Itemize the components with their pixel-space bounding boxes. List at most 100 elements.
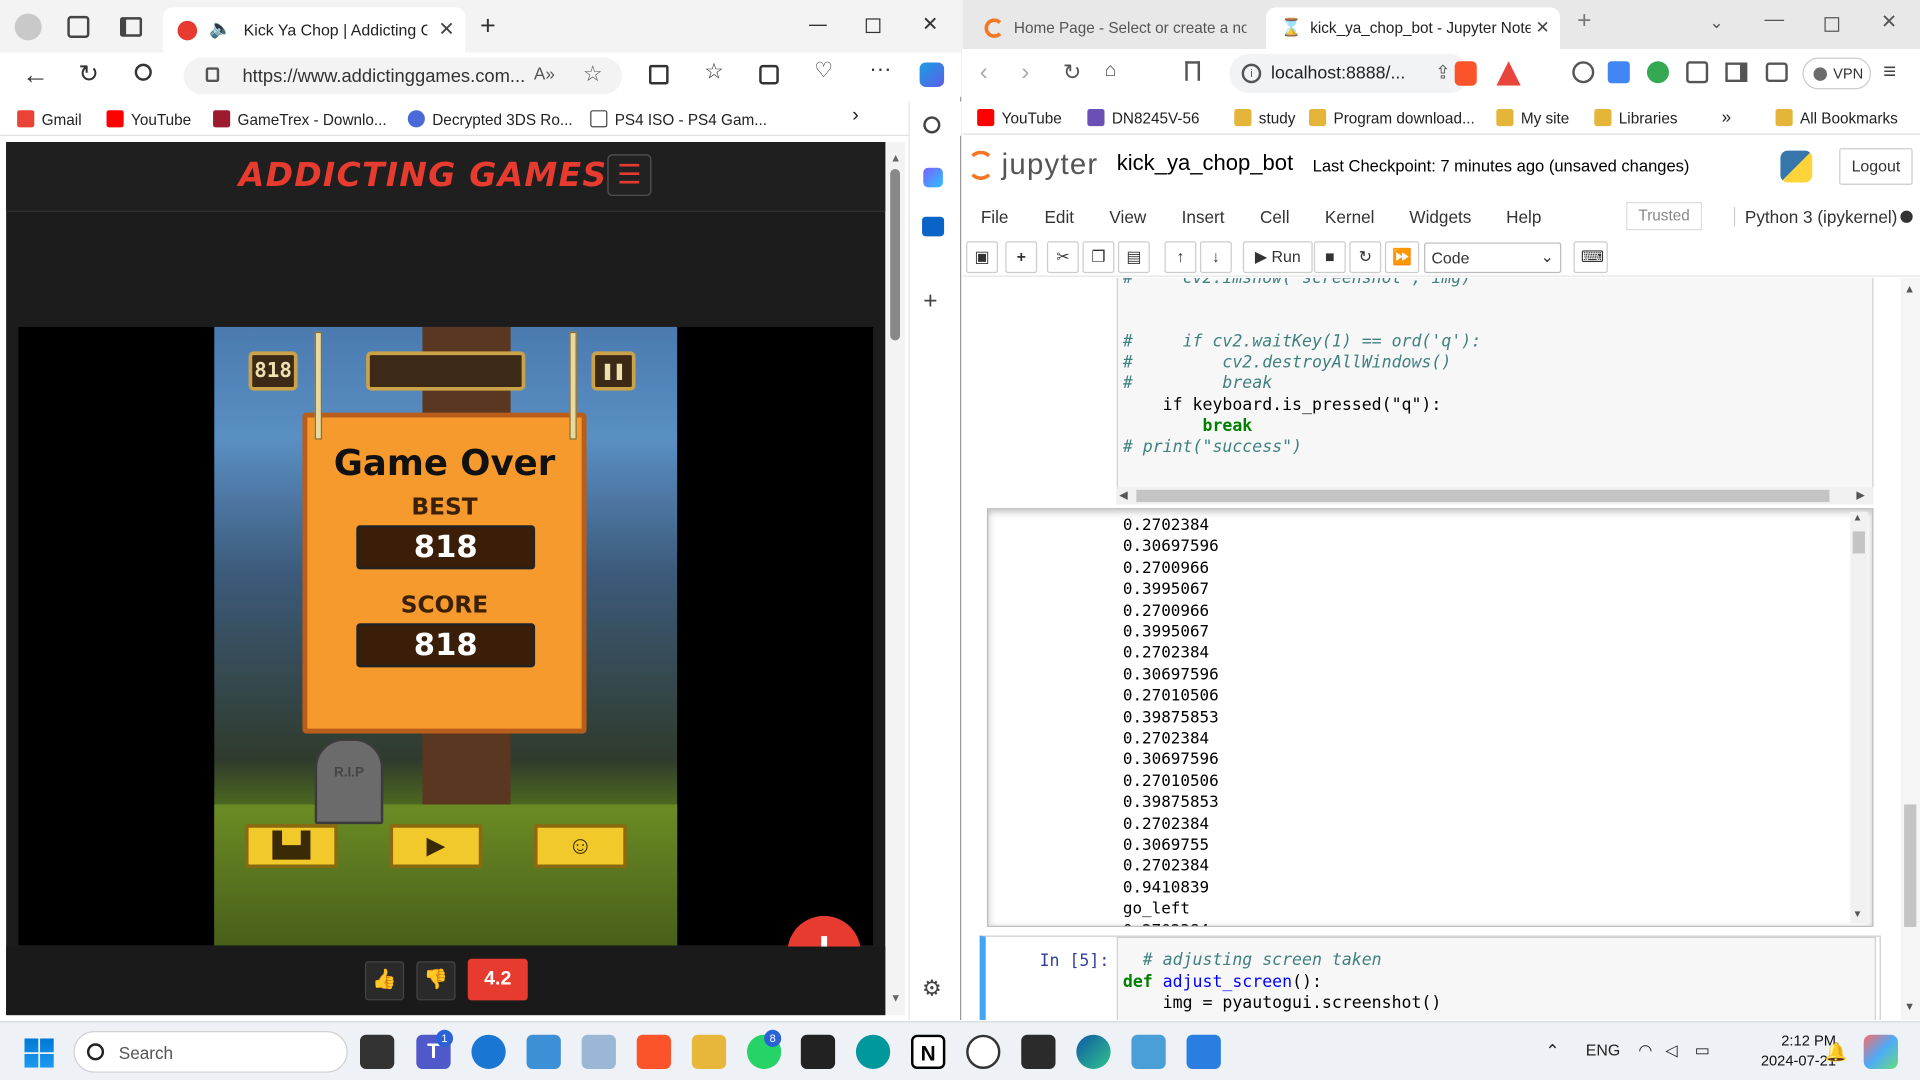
maximize-icon[interactable] [865,18,881,34]
keyboard-icon[interactable]: ⌨ [1573,241,1608,274]
forward-icon[interactable]: › [1021,59,1029,87]
volume-icon[interactable]: ◁ [1665,1041,1677,1061]
info-icon[interactable]: i [1241,63,1262,84]
jupyter-logo-icon[interactable] [967,150,995,181]
tab-kick-ya-chop-bot[interactable]: ⌛ kick_ya_chop_bot - Jupyter Note ✕ [1266,7,1561,49]
bookmark-my-site[interactable]: My site [1496,108,1569,127]
profile-icon[interactable] [14,13,42,41]
copilot-icon[interactable] [919,62,945,87]
minimize-icon[interactable]: — [1765,10,1785,32]
menu-kernel[interactable]: Kernel [1325,207,1375,227]
wallet-icon[interactable] [1765,62,1788,83]
reload-icon[interactable]: ↻ [1063,60,1081,86]
battery-icon[interactable]: ▭ [1695,1041,1710,1061]
vertical-tabs-icon[interactable] [120,17,143,37]
address-bar[interactable]: https://www.addictinggames.com... A» ☆ [183,57,623,95]
terminal-icon[interactable] [1021,1034,1056,1069]
trusted-indicator[interactable]: Trusted [1626,202,1703,231]
menu-file[interactable]: File [981,207,1009,227]
notifications-bell-icon[interactable]: 🔔 [1825,1041,1848,1063]
taskbar-search[interactable]: Search [73,1031,348,1073]
new-tab-icon[interactable]: + [480,10,496,42]
globe-icon[interactable] [1572,61,1595,84]
kernel-name[interactable]: Python 3 (ipykernel) [1733,206,1897,227]
move-up-icon[interactable]: ↑ [1164,241,1197,274]
bookmark-all-bookmarks[interactable]: All Bookmarks [1775,108,1898,127]
insert-cell-icon[interactable]: + [1005,241,1038,274]
sidebar-search-icon[interactable] [923,116,941,134]
close-tab-icon[interactable]: ✕ [1536,17,1550,38]
tab-home-page[interactable]: Home Page - Select or create a note [970,7,1261,49]
brave-shield-icon[interactable] [1454,61,1477,86]
maximize-icon[interactable] [1824,17,1840,32]
add-sidebar-icon[interactable]: + [923,288,937,316]
scroll-right-icon[interactable]: ▶ [1856,489,1864,502]
browser-essentials-icon[interactable]: ♡ [814,59,833,83]
play-button[interactable]: ▶ [389,824,483,869]
language-indicator[interactable]: ENG [1586,1041,1620,1059]
share-icon[interactable]: ⇪ [1435,61,1450,83]
scroll-up-icon[interactable]: ▲ [1853,512,1863,523]
scroll-down-icon[interactable]: ▼ [1904,1000,1915,1012]
copilot-taskbar-icon[interactable] [1863,1034,1898,1069]
menu-widgets[interactable]: Widgets [1409,207,1471,227]
app-paint-icon[interactable] [1186,1034,1221,1069]
tab-search-icon[interactable]: ⌄ [1709,12,1723,33]
menu-edit[interactable]: Edit [1044,207,1074,227]
task-view-icon[interactable] [360,1034,395,1069]
notebook-name[interactable]: kick_ya_chop_bot [1117,151,1293,177]
file-explorer-icon[interactable] [691,1034,727,1069]
app-chart-icon[interactable] [581,1034,616,1069]
paste-icon[interactable]: ▤ [1117,241,1150,274]
settings-gear-icon[interactable]: ⚙ [922,976,942,1002]
move-down-icon[interactable]: ↓ [1200,241,1232,274]
horizontal-scrollbar[interactable]: ◀ ▶ [1116,487,1874,505]
run-button[interactable]: ▶ Run [1242,241,1313,274]
bookmark-libraries[interactable]: Libraries [1594,108,1677,127]
more-bookmarks-icon[interactable]: » [1722,107,1732,127]
lock-icon[interactable] [205,67,220,83]
bookmark-decrypted-3ds[interactable]: Decrypted 3DS Ro... [407,110,573,129]
scroll-thumb[interactable] [890,168,901,341]
translate-icon[interactable] [1607,61,1630,84]
tab-kick-ya-chop[interactable]: 🔈 Kick Ya Chop | Addicting Ga ✕ [162,7,466,53]
restart-run-all-icon[interactable]: ⏩ [1384,241,1420,274]
bookmark-study[interactable]: study [1234,108,1295,127]
bookmark-gametrex[interactable]: GameTrex - Downlo... [213,110,387,129]
scroll-down-icon[interactable]: ▼ [1853,909,1863,920]
back-icon[interactable]: ← [22,59,49,91]
favorites-icon[interactable]: ☆ [704,59,724,85]
logout-button[interactable]: Logout [1839,148,1913,185]
page-scrollbar[interactable]: ▲ ▼ [1900,277,1920,1021]
vpn-button[interactable]: VPN [1802,57,1872,90]
wifi-icon[interactable]: ◠ [1638,1041,1652,1061]
scroll-thumb[interactable] [1136,489,1830,503]
edge-icon[interactable] [1076,1034,1111,1069]
bookmark-ps4-iso[interactable]: PS4 ISO - PS4 Gam... [590,110,767,129]
scroll-up-icon[interactable]: ▲ [1904,283,1915,295]
code-cell-editor[interactable]: # cv2.imshow('screenshot', img) # if cv2… [1116,277,1874,505]
refresh-icon[interactable]: ↻ [78,59,99,90]
sidebar-toggle-icon[interactable] [1725,62,1748,83]
menu-cell[interactable]: Cell [1260,207,1290,227]
bookmark-gmail[interactable]: Gmail [17,110,82,129]
extension-green-icon[interactable] [1646,61,1669,84]
scroll-left-icon[interactable]: ◀ [1119,489,1127,502]
cut-icon[interactable]: ✂ [1046,241,1079,274]
output-scrollbar[interactable]: ▲ ▼ [1850,511,1868,924]
scroll-thumb[interactable] [1904,804,1917,927]
leaderboard-button[interactable]: ▙▟ [244,824,338,869]
minimize-icon[interactable]: — [808,12,828,35]
start-windows-icon[interactable] [24,1038,54,1068]
close-tab-icon[interactable]: ✕ [438,17,454,41]
game-canvas[interactable]: 818 ❚❚ R.I.P Game Over BEST 818 SCORE 81… [214,326,678,946]
app-blue-icon[interactable] [471,1034,506,1069]
hamburger-menu-icon[interactable]: ☰ [607,154,652,196]
back-icon[interactable]: ‹ [980,59,988,87]
app-display-icon[interactable] [526,1034,561,1069]
site-logo[interactable]: ADDICTING GAMES [239,157,608,195]
bookmark-youtube[interactable]: YouTube [977,108,1062,127]
scroll-thumb[interactable] [1852,531,1865,554]
code-cell-editor[interactable]: # adjusting screen taken def adjust_scre… [1116,936,1876,1021]
read-aloud-icon[interactable]: A» [534,64,555,84]
